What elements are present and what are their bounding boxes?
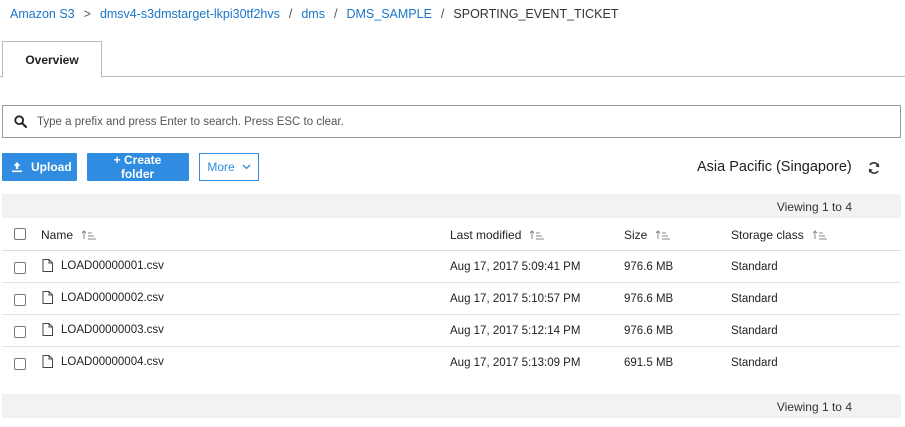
upload-icon — [11, 161, 23, 173]
column-header-name: Name — [41, 228, 97, 242]
file-icon — [42, 323, 53, 336]
viewing-bar-top: Viewing 1 to 4 — [2, 194, 901, 218]
storage-class-cell: Standard — [731, 357, 778, 369]
table-row[interactable]: LOAD00000002.csv Aug 17, 2017 5:10:57 PM… — [2, 283, 901, 315]
row-checkbox[interactable] — [14, 326, 26, 338]
more-button[interactable]: More — [199, 153, 259, 181]
column-header-label: Last modified — [450, 228, 522, 242]
file-name-link[interactable]: LOAD00000003.csv — [61, 324, 164, 336]
table-row[interactable]: LOAD00000004.csv Aug 17, 2017 5:13:09 PM… — [2, 347, 901, 379]
breadcrumb-amazon-s3[interactable]: Amazon S3 — [10, 7, 75, 21]
sort-icon[interactable] — [655, 230, 671, 240]
file-icon — [42, 291, 53, 304]
search-input[interactable] — [37, 107, 900, 136]
file-name-cell: LOAD00000004.csv — [42, 355, 164, 368]
file-name-link[interactable]: LOAD00000001.csv — [61, 260, 164, 272]
file-name-link[interactable]: LOAD00000004.csv — [61, 356, 164, 368]
storage-class-cell: Standard — [731, 325, 778, 337]
size-cell: 976.6 MB — [624, 293, 674, 305]
upload-label: Upload — [31, 160, 72, 174]
last-modified-cell: Aug 17, 2017 5:13:09 PM — [450, 357, 581, 369]
breadcrumb-separator: / — [288, 7, 293, 21]
column-header-label: Size — [624, 228, 648, 242]
column-header-last-modified: Last modified — [450, 228, 545, 242]
sort-icon[interactable] — [812, 230, 828, 240]
create-folder-button[interactable]: + Create folder — [87, 153, 189, 181]
create-folder-label: + Create folder — [113, 153, 162, 181]
row-checkbox[interactable] — [14, 294, 26, 306]
sort-icon[interactable] — [529, 230, 545, 240]
last-modified-cell: Aug 17, 2017 5:10:57 PM — [450, 293, 581, 305]
breadcrumb-bucket[interactable]: dmsv4-s3dmstarget-lkpi30tf2hvs — [100, 7, 280, 21]
column-header-storage-class: Storage class — [731, 228, 828, 242]
column-header-size: Size — [624, 228, 671, 242]
breadcrumb-current: SPORTING_EVENT_TICKET — [453, 7, 619, 21]
search-box — [2, 105, 901, 138]
column-header-label: Name — [41, 228, 74, 242]
tab-bar: Overview — [0, 41, 905, 78]
more-label: More — [207, 160, 235, 174]
region-label: Asia Pacific (Singapore) — [697, 159, 852, 175]
viewing-count: Viewing 1 to 4 — [776, 200, 852, 214]
file-name-cell: LOAD00000002.csv — [42, 291, 164, 304]
refresh-icon[interactable] — [866, 160, 882, 176]
table-row[interactable]: LOAD00000003.csv Aug 17, 2017 5:12:14 PM… — [2, 315, 901, 347]
viewing-bar-bottom: Viewing 1 to 4 — [2, 394, 901, 418]
size-cell: 976.6 MB — [624, 325, 674, 337]
table-header: Name Last modified Size Storage class — [2, 218, 901, 251]
sort-icon[interactable] — [81, 230, 97, 240]
select-all-checkbox[interactable] — [14, 228, 26, 240]
breadcrumb-folder-dms[interactable]: dms — [301, 7, 325, 21]
breadcrumb-separator: / — [440, 7, 445, 21]
breadcrumb-separator: / — [333, 7, 338, 21]
breadcrumb-separator: > — [83, 7, 91, 21]
row-checkbox[interactable] — [14, 262, 26, 274]
storage-class-cell: Standard — [731, 293, 778, 305]
last-modified-cell: Aug 17, 2017 5:09:41 PM — [450, 261, 581, 273]
search-icon — [3, 106, 37, 137]
viewing-count: Viewing 1 to 4 — [776, 400, 852, 414]
file-name-link[interactable]: LOAD00000002.csv — [61, 292, 164, 304]
storage-class-cell: Standard — [731, 261, 778, 273]
upload-button[interactable]: Upload — [2, 153, 77, 181]
last-modified-cell: Aug 17, 2017 5:12:14 PM — [450, 325, 581, 337]
breadcrumb-folder-dms-sample[interactable]: DMS_SAMPLE — [346, 7, 431, 21]
file-icon — [42, 355, 53, 368]
breadcrumb: Amazon S3 > dmsv4-s3dmstarget-lkpi30tf2h… — [10, 6, 619, 22]
column-header-label: Storage class — [731, 228, 804, 242]
table-row[interactable]: LOAD00000001.csv Aug 17, 2017 5:09:41 PM… — [2, 251, 901, 283]
row-checkbox[interactable] — [14, 358, 26, 370]
size-cell: 976.6 MB — [624, 261, 674, 273]
size-cell: 691.5 MB — [624, 357, 674, 369]
chevron-down-icon — [242, 164, 251, 170]
file-icon — [42, 259, 53, 272]
tab-overview[interactable]: Overview — [2, 41, 102, 78]
file-name-cell: LOAD00000001.csv — [42, 259, 164, 272]
file-name-cell: LOAD00000003.csv — [42, 323, 164, 336]
